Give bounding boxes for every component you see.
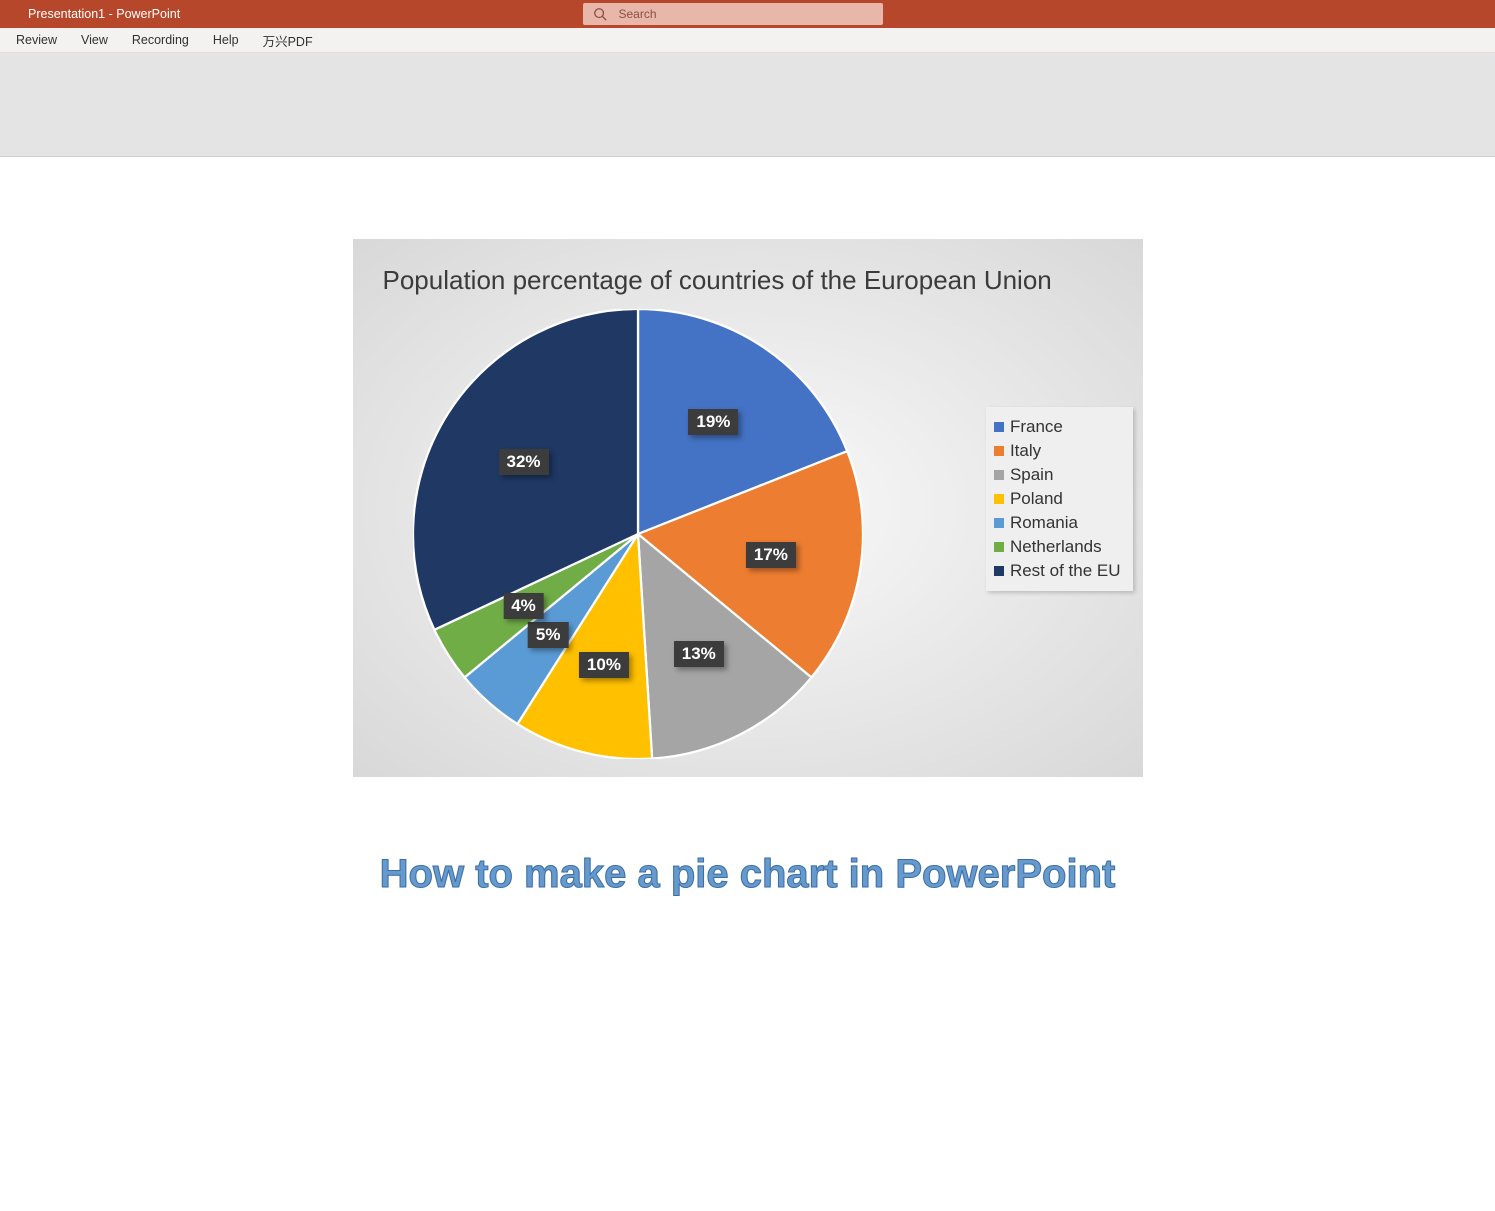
legend-swatch <box>994 446 1004 456</box>
data-label: 17% <box>746 542 796 568</box>
data-label: 32% <box>499 449 549 475</box>
data-label: 4% <box>503 593 544 619</box>
legend-label: Rest of the EU <box>1010 561 1121 581</box>
chart-legend: France Italy Spain Poland Romania Netherlands… <box>986 407 1133 591</box>
pie-svg <box>413 309 863 759</box>
tab-review[interactable]: Review <box>4 28 69 52</box>
tutorial-heading: How to make a pie chart in PowerPoint <box>380 852 1116 897</box>
data-label: 5% <box>528 622 569 648</box>
data-label: 10% <box>579 652 629 678</box>
search-icon <box>593 7 607 21</box>
document-title: Presentation1 - PowerPoint <box>28 7 180 21</box>
tab-wanxingpdf[interactable]: 万兴PDF <box>251 28 325 52</box>
ribbon-panel <box>0 53 1495 157</box>
legend-label: Italy <box>1010 441 1041 461</box>
legend-swatch <box>994 470 1004 480</box>
search-input[interactable] <box>619 7 873 21</box>
legend-item: Romania <box>994 513 1121 533</box>
pie-chart: 19% 17% 13% 10% 5% 4% 32% <box>413 309 863 759</box>
data-label: 13% <box>674 641 724 667</box>
slide-canvas: Population percentage of countries of th… <box>0 157 1495 897</box>
legend-item: France <box>994 417 1121 437</box>
legend-item: Rest of the EU <box>994 561 1121 581</box>
legend-swatch <box>994 566 1004 576</box>
legend-item: Poland <box>994 489 1121 509</box>
data-label: 19% <box>688 409 738 435</box>
legend-swatch <box>994 542 1004 552</box>
tab-view[interactable]: View <box>69 28 120 52</box>
chart-object[interactable]: Population percentage of countries of th… <box>353 239 1143 777</box>
tab-help[interactable]: Help <box>201 28 251 52</box>
title-bar: Presentation1 - PowerPoint <box>0 0 1495 28</box>
legend-item: Netherlands <box>994 537 1121 557</box>
search-box[interactable] <box>583 3 883 25</box>
ribbon-tabs: Review View Recording Help 万兴PDF <box>0 28 1495 53</box>
legend-swatch <box>994 518 1004 528</box>
legend-label: Spain <box>1010 465 1053 485</box>
legend-swatch <box>994 494 1004 504</box>
legend-item: Spain <box>994 465 1121 485</box>
legend-item: Italy <box>994 441 1121 461</box>
chart-title: Population percentage of countries of th… <box>383 265 1113 296</box>
legend-label: Netherlands <box>1010 537 1102 557</box>
legend-label: Romania <box>1010 513 1078 533</box>
tab-recording[interactable]: Recording <box>120 28 201 52</box>
legend-label: Poland <box>1010 489 1063 509</box>
legend-label: France <box>1010 417 1063 437</box>
legend-swatch <box>994 422 1004 432</box>
